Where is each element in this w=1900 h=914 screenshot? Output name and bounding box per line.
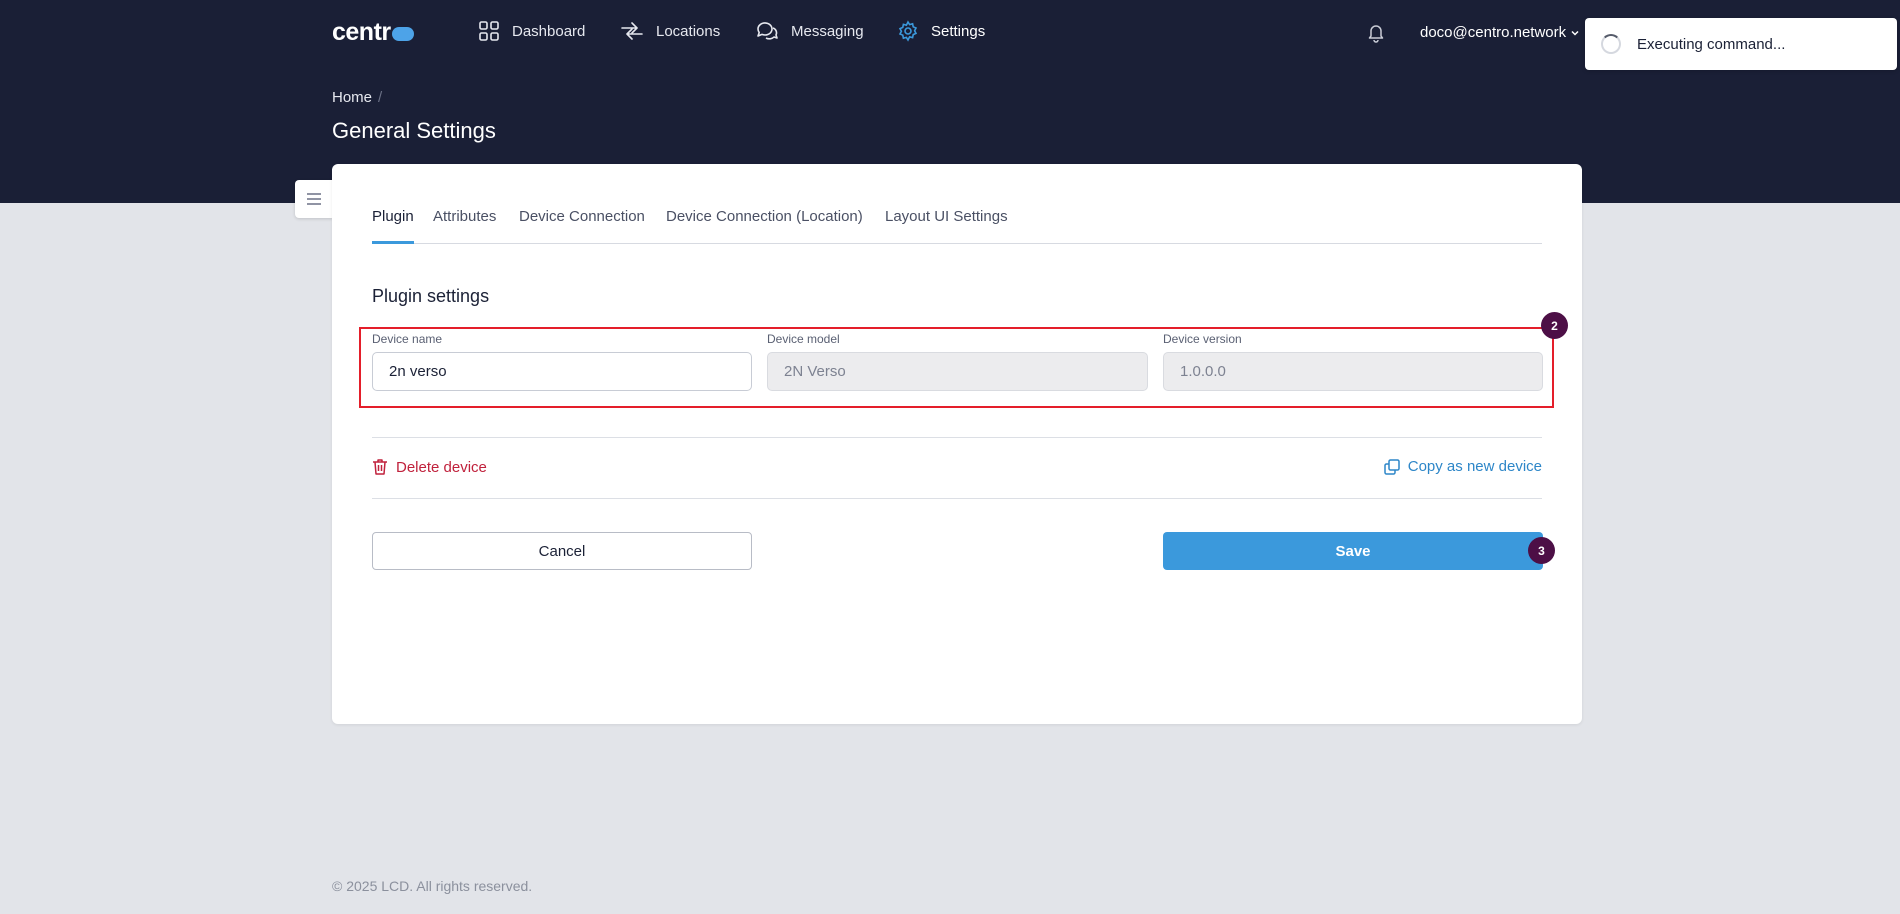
tab-attributes[interactable]: Attributes <box>433 208 496 244</box>
breadcrumb-separator: / <box>378 89 383 106</box>
tab-layout-ui-settings[interactable]: Layout UI Settings <box>885 208 1008 244</box>
spinner-icon <box>1601 34 1621 54</box>
centro-logo[interactable]: centr <box>332 18 414 47</box>
gear-icon <box>898 20 918 42</box>
nav-locations-label: Locations <box>656 22 721 40</box>
page-title: General Settings <box>332 118 496 143</box>
tab-plugin[interactable]: Plugin <box>372 208 414 244</box>
delete-device-label: Delete device <box>396 458 487 476</box>
dashboard-icon <box>479 21 499 41</box>
tab-device-connection-location[interactable]: Device Connection (Location) <box>666 208 863 244</box>
nav-dashboard[interactable]: Dashboard <box>478 20 585 42</box>
trash-icon <box>373 459 387 475</box>
messaging-icon <box>757 22 778 40</box>
user-email: doco@centro.network <box>1420 24 1567 41</box>
nav-settings[interactable]: Settings <box>897 20 985 42</box>
logo-pill-icon <box>391 27 414 41</box>
nav-locations[interactable]: Locations <box>620 20 720 42</box>
copy-as-new-device-label: Copy as new device <box>1407 458 1542 475</box>
section-title: Plugin settings <box>372 286 490 306</box>
tab-device-connection[interactable]: Device Connection <box>519 208 645 244</box>
settings-card: Plugin Attributes Device Connection Devi… <box>332 164 1582 724</box>
copy-icon <box>1384 458 1400 475</box>
fields-highlight <box>359 327 1554 408</box>
divider <box>372 437 1542 438</box>
delete-device-button[interactable]: Delete device <box>372 458 487 476</box>
annotation-badge: 3 <box>1528 537 1555 564</box>
settings-tabs: Plugin Attributes Device Connection Devi… <box>372 208 1542 244</box>
footer-copyright: © 2025 LCD. All rights reserved. <box>332 878 533 894</box>
user-menu[interactable]: doco@centro.network <box>1420 24 1580 41</box>
nav-dashboard-label: Dashboard <box>512 22 586 40</box>
nav-messaging-label: Messaging <box>791 22 864 40</box>
notifications-button[interactable] <box>1367 23 1385 48</box>
chevron-down-icon <box>1571 30 1579 36</box>
executing-toast: Executing command... <box>1585 18 1897 70</box>
bell-icon <box>1368 25 1384 43</box>
breadcrumb-home[interactable]: Home <box>332 89 372 106</box>
cancel-button[interactable]: Cancel <box>372 532 752 570</box>
locations-icon <box>621 22 643 40</box>
logo-text: centr <box>332 18 391 46</box>
breadcrumb: Home / <box>332 89 382 106</box>
menu-icon <box>307 193 321 205</box>
copy-as-new-device-button[interactable]: Copy as new device <box>1384 458 1542 475</box>
sidebar-toggle-button[interactable] <box>295 180 333 218</box>
divider <box>372 498 1542 499</box>
nav-messaging[interactable]: Messaging <box>755 20 864 42</box>
save-button[interactable]: Save <box>1163 532 1543 570</box>
annotation-badge: 2 <box>1541 312 1568 339</box>
nav-settings-label: Settings <box>931 22 986 40</box>
toast-message: Executing command... <box>1637 35 1786 53</box>
